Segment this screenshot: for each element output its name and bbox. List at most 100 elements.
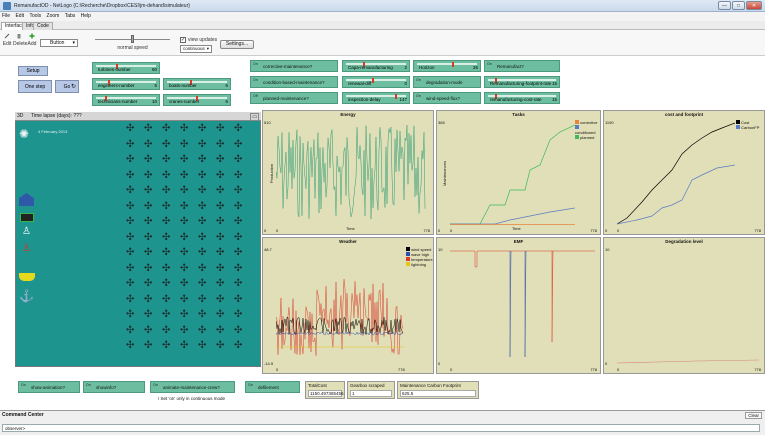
switch-defilement[interactable]: On defilement [245,381,300,393]
slider-capa-remanufacturing[interactable]: Capa-remanufacturing 2 [342,60,410,72]
wind-turbine-icon: ✣ [144,216,153,227]
monitor-label: Gearbox scraped [350,383,385,388]
view-zoom-label[interactable]: 3D [17,113,23,119]
wind-turbine-icon: ✣ [126,309,135,320]
switch-degradation-mode[interactable]: On degradation-mode [413,76,481,88]
setup-button[interactable]: Setup [18,66,48,76]
switch-remanufact[interactable]: On Remanufact? [484,60,560,72]
slider-boats-number[interactable]: boats-number 6 [163,78,231,90]
update-mode-select[interactable]: continuous ▾ [180,45,212,53]
settings-button[interactable]: Settings... [220,40,254,49]
plot-series-line [617,359,759,364]
turbine-grid: ✣ ✣ ✣ ✣ ✣ ✣ ✣ ✣ ✣ ✣ ✣ ✣ ✣ ✣ ✣ ✣ ✣ ✣ ✣ ✣ ✣ ✣ ✣ ✣ ✣ ✣ ✣ ✣ ✣ ✣ ✣ ✣ ✣ ✣ ✣ ✣ ✣ ✣ ✣ ✣… [126,123,256,363]
plot-title: Tasks [512,112,525,117]
switch-label: planned-maintenance? [263,96,309,101]
wind-turbine-icon: ✣ [180,123,189,134]
menu-tools[interactable]: Tools [27,12,43,20]
go-button[interactable]: Go ↻ [55,80,79,93]
plot-emf[interactable]: EMF 10 0 0 778 [436,237,601,374]
plot-series-line [450,250,595,268]
maximize-button[interactable]: □ [732,1,745,10]
wind-turbine-icon: ✣ [216,247,225,258]
menu-edit[interactable]: Edit [13,12,26,20]
wind-turbine-icon: ✣ [198,200,207,212]
wind-turbine-icon: ✣ [126,278,135,289]
slider-renewal-diff[interactable]: renewal-diff 0 [342,76,410,88]
menu-tabs[interactable]: Tabs [63,12,78,20]
plot-ymax: 48.7 [264,247,272,252]
plot-xmin: 0 [276,367,279,372]
clear-button[interactable]: Clear [745,412,762,419]
slider-technicians-number[interactable]: technicians-number 10 [92,94,160,106]
plot-xmax: 778 [590,367,597,372]
delete-tool[interactable]: Delete [13,33,27,47]
switch-corrective-maintenance[interactable]: On corrective-maintenance? [250,60,338,72]
minimize-button[interactable]: — [718,1,731,10]
switch-showinfo[interactable]: On showinfo? [83,381,145,393]
switch-show-animation[interactable]: On show-animation? [18,381,80,393]
legend-item: CarbonFP [736,125,759,130]
slider-cranes-number[interactable]: cranes-number 6 [163,94,231,106]
plot-cost-footprint[interactable]: cost and footprint 1190 0 0 778 Cost Car… [603,110,765,235]
wind-turbine-icon: ✣ [162,278,171,289]
menu-file[interactable]: File [0,12,12,20]
slider-horizon[interactable]: Horizon 26 [413,60,481,72]
add-tool[interactable]: Add [27,33,37,47]
edit-tool[interactable]: Edit [2,33,12,47]
slider-remanufacturing-footprint-rate[interactable]: Remanufacturing-footprint-rate 15 [484,76,560,88]
switch-label: animate-maintenance-crew? [163,385,220,390]
plot-weather[interactable]: Weather 48.7 -14.5 0 778 wind speed wave… [262,237,434,374]
update-mode-value: continuous [183,46,205,51]
view-updates-checkbox[interactable]: ✓ [180,37,186,43]
slider-inspection-delay[interactable]: inspection-delay 147 [342,92,410,104]
one-step-button[interactable]: One step [18,80,52,93]
plot-tasks[interactable]: Tasks 365 0 0 778 Maintenances Time corr… [436,110,601,235]
slider-engineers-number[interactable]: engineers-number 5 [92,78,160,90]
tab-code[interactable]: Code [33,22,53,30]
plot-xlabel: Time [346,226,355,231]
switch-condition-based-maintenance[interactable]: On condition-based-maintenance? [250,76,338,88]
plot-degradation[interactable]: Degradation level 10 0 0 778 [603,237,765,374]
wind-turbine-icon: ✣ [144,123,153,134]
wind-turbine-icon: ✣ [126,293,135,305]
wind-turbine-icon: ✣ [144,200,153,212]
close-button[interactable]: ✕ [746,1,762,10]
plot-ymin: -14.5 [264,361,274,366]
plot-energy[interactable]: Energy 510 0 0 778 Production Time [262,110,434,235]
plot-xmin: 0 [617,367,620,372]
wind-turbine-icon: ✣ [234,278,243,289]
monitor-gearbox-scraped: Gearbox scraped 1 [347,381,395,399]
plot-xmax: 778 [754,367,761,372]
wind-turbine-icon: ✣ [234,154,243,165]
switch-animate-maintenance-crew[interactable]: On animate-maintenance-crew? [150,381,235,393]
wind-turbine-icon: ✣ [144,247,153,258]
collapse-icon[interactable]: ▭ [250,113,259,121]
wind-turbine-icon: ✣ [162,216,171,227]
plot-xmin: 0 [617,228,620,233]
wind-turbine-icon: ✣ [126,340,135,351]
slider-remanufacturing-cost-rate[interactable]: remanufacturing-cost-rate 15 [484,92,560,104]
command-input[interactable]: observer> [2,424,760,432]
wind-turbine-icon: ✣ [234,138,243,150]
menu-zoom[interactable]: Zoom [45,12,62,20]
toggle-icon: On [253,78,258,82]
boat-icon [19,273,35,281]
plot-canvas [450,124,575,225]
world-view[interactable]: ✺ 4 February 2013 ♙ ♙ ⚓ ✣ ✣ ✣ ✣ ✣ ✣ ✣ ✣ ✣ ✣ ✣ ✣ ✣ ✣ ✣ ✣… [15,112,261,367]
slider-value: 60 [151,67,157,72]
plot-ymax: 510 [264,120,271,125]
plot-xmin: 0 [276,228,279,233]
menu-help[interactable]: Help [79,12,93,20]
wind-turbine-icon: ✣ [126,216,135,227]
slider-knob[interactable] [451,62,454,67]
speed-slider[interactable] [95,35,170,43]
switch-wind-speed-flux[interactable]: On wind-speed-flux? [413,92,481,104]
switch-planned-maintenance[interactable]: Off planned-maintenance? [250,92,338,104]
slider-turbines-number[interactable]: turbines-number 60 [92,62,160,74]
slider-knob[interactable] [372,78,375,83]
slider-knob[interactable] [395,94,398,99]
widget-type-select[interactable]: Button ▾ [40,39,78,47]
monitor-label: TotalCost [308,383,327,388]
wind-turbine-icon: ✣ [198,340,207,351]
wind-turbine-icon: ✣ [198,216,207,227]
